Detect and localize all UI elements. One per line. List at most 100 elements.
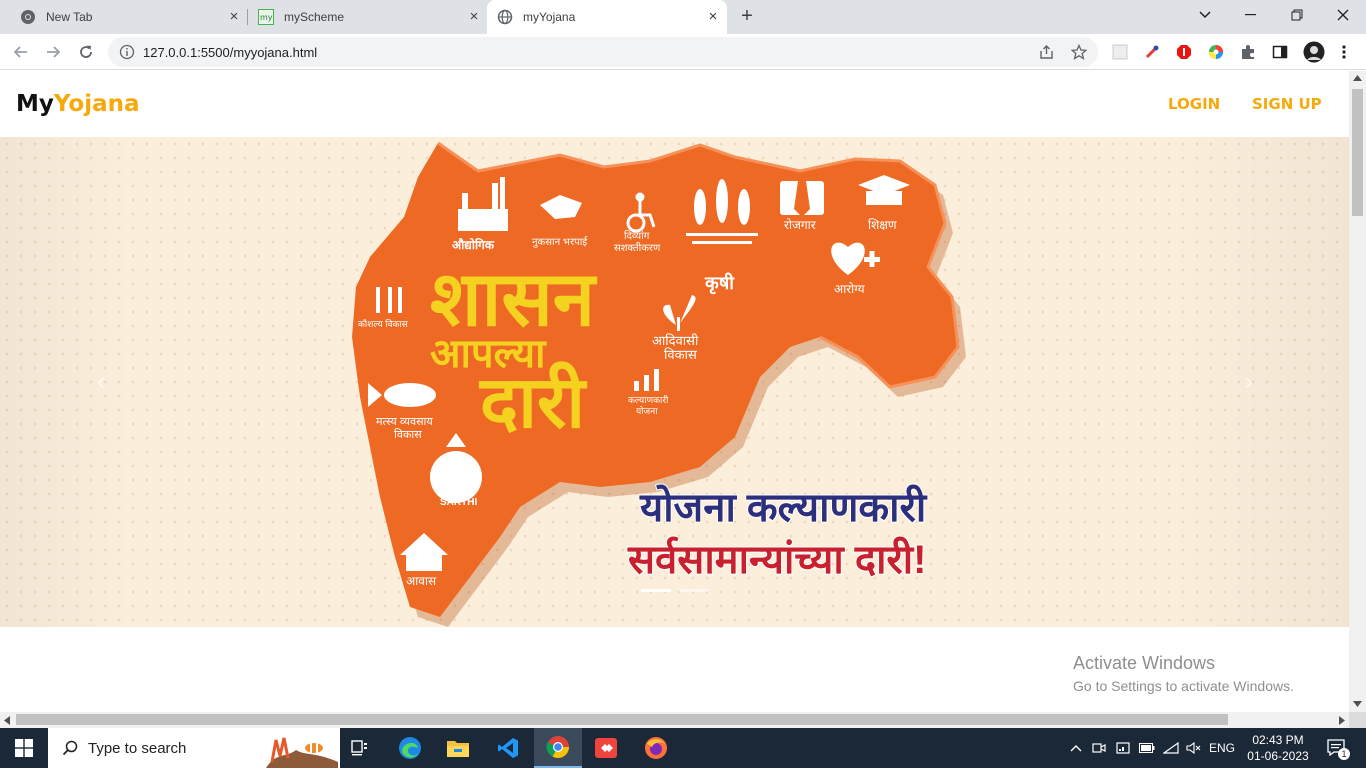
share-icon[interactable]	[1038, 43, 1056, 61]
label-disability: दिव्यांग	[624, 230, 650, 242]
myscheme-favicon: my	[258, 9, 274, 25]
label-employment: रोजगार	[784, 218, 817, 232]
label-sarthi: SARTHI	[440, 497, 477, 508]
vertical-scrollbar[interactable]	[1349, 71, 1366, 712]
notification-count-badge: 1	[1338, 748, 1350, 760]
label-skill: कौशल्य विकास	[358, 318, 409, 329]
input-language-indicator[interactable]: ENG	[1208, 728, 1236, 768]
label-compensation: नुकसान भरपाई	[532, 236, 588, 248]
system-clock[interactable]: 02:43 PM 01-06-2023	[1236, 732, 1320, 764]
extension-blank-icon[interactable]	[1111, 43, 1129, 61]
carousel-indicator-1[interactable]	[641, 589, 671, 592]
tab-close-icon[interactable]: ×	[466, 9, 482, 25]
extension-adblock-icon[interactable]	[1175, 43, 1193, 61]
volume-muted-icon[interactable]	[1184, 728, 1204, 768]
browser-toolbar: 127.0.0.1:5500/myyojana.html	[0, 34, 1366, 70]
show-hidden-icons-chevron-icon[interactable]	[1066, 728, 1086, 768]
hero-carousel: औद्योगिक नुकसान भरपाई दिव्यांग सशक्तीकरण…	[0, 137, 1349, 627]
site-header: MyYojana LOGIN SIGN UP	[0, 71, 1349, 137]
horizontal-scroll-thumb[interactable]	[16, 714, 1228, 725]
label-welfare-2: योजना	[636, 405, 658, 416]
watermark-line-1: Activate Windows	[1073, 653, 1216, 673]
label-housing: आवास	[406, 574, 437, 588]
maharashtra-banner: औद्योगिक नुकसान भरपाई दिव्यांग सशक्तीकरण…	[352, 141, 966, 627]
bookmark-star-icon[interactable]	[1070, 43, 1088, 61]
site-info-icon[interactable]	[119, 44, 135, 60]
carousel-indicator-2[interactable]	[679, 589, 709, 592]
reload-icon[interactable]	[75, 41, 97, 63]
back-icon[interactable]	[10, 41, 32, 63]
tab-search-chevron-icon[interactable]	[1182, 0, 1228, 30]
windows-start-icon[interactable]	[0, 728, 48, 768]
globe-icon	[497, 9, 513, 25]
tab-title: myYojana	[523, 10, 576, 24]
label-empowerment: सशक्तीकरण	[614, 242, 661, 254]
battery-icon[interactable]	[1137, 728, 1157, 768]
taskbar-search-box[interactable]: Type to search	[48, 728, 340, 768]
label-fish-1: मत्स्य व्यवसाय	[376, 416, 433, 428]
label-agriculture: कृषी	[704, 272, 735, 295]
chrome-menu-icon[interactable]	[1335, 43, 1353, 61]
tab-close-icon[interactable]: ×	[705, 9, 721, 25]
scrollbar-corner	[1349, 712, 1366, 728]
vscode-icon[interactable]	[484, 728, 532, 768]
tab-myyojana[interactable]: myYojana ×	[487, 0, 727, 34]
tab-close-icon[interactable]: ×	[226, 9, 242, 25]
extension-colorwheel-icon[interactable]	[1207, 43, 1225, 61]
profile-avatar[interactable]	[1303, 41, 1325, 63]
search-highlight-coral-icon	[266, 737, 338, 768]
search-placeholder: Type to search	[88, 739, 187, 757]
carousel-prev-icon[interactable]: ‹	[86, 367, 116, 397]
windows-taskbar: Type to search ENG 02:43 PM 01-06-2023 1	[0, 728, 1366, 768]
login-link[interactable]: LOGIN	[1168, 95, 1220, 113]
hero-title-line-1: शासन	[430, 257, 598, 342]
svg-text:my: my	[260, 13, 273, 22]
label-education: शिक्षण	[868, 218, 897, 232]
scroll-left-arrow-icon[interactable]	[4, 716, 10, 725]
address-bar[interactable]: 127.0.0.1:5500/myyojana.html	[108, 37, 1098, 67]
restore-icon[interactable]	[1274, 0, 1320, 30]
tab-divider	[247, 9, 248, 25]
wifi-icon[interactable]	[1161, 728, 1181, 768]
side-panel-icon[interactable]	[1271, 43, 1289, 61]
label-fish-2: विकास	[394, 428, 422, 441]
clock-date: 01-06-2023	[1247, 749, 1309, 763]
horizontal-scrollbar[interactable]	[0, 712, 1349, 728]
tie-icon	[780, 181, 824, 217]
extension-color-picker-icon[interactable]	[1143, 43, 1161, 61]
minimize-icon[interactable]	[1228, 0, 1274, 30]
edge-icon[interactable]	[386, 728, 434, 768]
new-tab-plus-icon[interactable]: +	[736, 6, 758, 28]
meet-now-icon[interactable]	[1089, 728, 1109, 768]
vertical-scroll-thumb[interactable]	[1352, 89, 1363, 216]
page-viewport: MyYojana LOGIN SIGN UP औद्योगिक नुकसान भ…	[0, 71, 1349, 712]
hero-title-line-3: दारी	[478, 361, 587, 443]
label-health: आरोग्य	[834, 282, 866, 296]
search-icon	[62, 740, 78, 756]
logo-part-yojana: Yojana	[53, 91, 140, 117]
network-status-icon[interactable]	[1113, 728, 1133, 768]
site-logo[interactable]: MyYojana	[16, 91, 140, 117]
extensions-puzzle-icon[interactable]	[1239, 43, 1257, 61]
notifications-icon[interactable]: 1	[1320, 728, 1354, 768]
chrome-taskbar-icon[interactable]	[534, 728, 582, 768]
label-tribal-2: विकास	[664, 347, 697, 362]
clock-time: 02:43 PM	[1252, 733, 1304, 747]
tools-icon	[376, 287, 402, 313]
slogan-line-2: सर्वसामान्यांच्या दारी!	[627, 536, 926, 582]
tab-myscheme[interactable]: my myScheme ×	[258, 0, 482, 34]
scroll-right-arrow-icon[interactable]	[1339, 716, 1345, 725]
label-industrial: औद्योगिक	[452, 238, 495, 252]
signup-link[interactable]: SIGN UP	[1252, 95, 1322, 113]
forward-icon[interactable]	[42, 41, 64, 63]
carousel-next-icon[interactable]: ›	[1234, 367, 1264, 397]
anydesk-icon[interactable]	[582, 728, 630, 768]
carousel-indicators	[641, 589, 709, 592]
firefox-icon[interactable]	[632, 728, 680, 768]
task-view-icon[interactable]	[336, 728, 384, 768]
close-window-icon[interactable]	[1320, 0, 1366, 30]
file-explorer-icon[interactable]	[434, 728, 482, 768]
scroll-up-arrow-icon[interactable]	[1353, 75, 1362, 81]
scroll-down-arrow-icon[interactable]	[1353, 701, 1362, 707]
tab-new-tab[interactable]: New Tab ×	[20, 0, 242, 34]
